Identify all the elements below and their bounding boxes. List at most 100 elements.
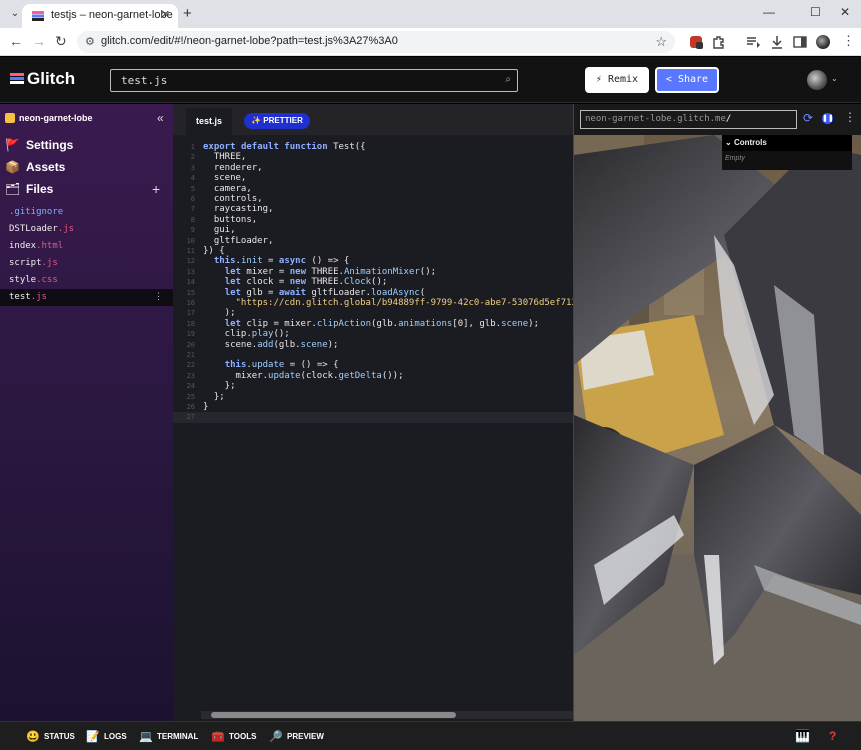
- code-line[interactable]: 23 mixer.update(clock.getDelta());: [173, 371, 573, 381]
- code-line[interactable]: 26}: [173, 402, 573, 412]
- file-item-index[interactable]: index.html: [0, 238, 173, 255]
- reload-icon[interactable]: ↻: [55, 33, 67, 49]
- close-window-icon[interactable]: ✕: [840, 5, 850, 19]
- file-search-input[interactable]: test.js ⌕: [110, 69, 518, 92]
- code-line[interactable]: 11}) {: [173, 246, 573, 256]
- file-item-script[interactable]: script.js: [0, 255, 173, 272]
- media-queue-icon[interactable]: [746, 35, 760, 49]
- code-line[interactable]: 9 gui,: [173, 225, 573, 235]
- site-info-icon[interactable]: ⚙: [85, 35, 95, 48]
- prettier-button[interactable]: ✨ PRETTIER: [244, 113, 310, 129]
- extension-badge-icon[interactable]: [689, 35, 703, 49]
- toolbox-icon: 🧰: [211, 731, 225, 743]
- code-line[interactable]: 4 scene,: [173, 173, 573, 183]
- bookmark-star-icon[interactable]: ☆: [655, 34, 667, 50]
- code-line[interactable]: 18 let clip = mixer.clipAction(glb.anima…: [173, 319, 573, 329]
- collapse-sidebar-icon[interactable]: «: [157, 111, 164, 125]
- new-tab-button[interactable]: +: [183, 5, 192, 22]
- file-options-icon[interactable]: ⋮: [154, 289, 163, 306]
- search-icon: ⌕: [505, 74, 511, 85]
- code-line[interactable]: 7 raycasting,: [173, 204, 573, 214]
- address-bar[interactable]: ⚙ glitch.com/edit/#!/neon-garnet-lobe?pa…: [77, 31, 675, 53]
- code-line[interactable]: 12 this.init = async () => {: [173, 256, 573, 266]
- keyboard-shortcuts-icon[interactable]: 🎹: [795, 729, 810, 743]
- back-icon[interactable]: ←: [9, 33, 23, 49]
- scrollbar-thumb[interactable]: [211, 712, 456, 718]
- glitch-logo-text[interactable]: Glitch: [27, 69, 75, 89]
- line-text: clip.play();: [203, 329, 290, 340]
- code-line[interactable]: 25 };: [173, 392, 573, 402]
- file-item-style[interactable]: style.css: [0, 272, 173, 289]
- side-panel-icon[interactable]: [793, 35, 807, 49]
- code-line[interactable]: 14 let clock = new THREE.Clock();: [173, 277, 573, 287]
- line-number: 20: [186, 340, 195, 349]
- line-number: 22: [186, 361, 195, 370]
- code-line[interactable]: 3 renderer,: [173, 163, 573, 173]
- line-number: 2: [190, 153, 195, 162]
- code-line[interactable]: 1 export default function Test({: [173, 142, 573, 152]
- share-button[interactable]: < Share: [655, 67, 719, 93]
- user-avatar[interactable]: [807, 70, 827, 90]
- remix-button[interactable]: ⚡ Remix: [585, 67, 649, 93]
- code-line[interactable]: 6 controls,: [173, 194, 573, 204]
- file-item-dstloader[interactable]: DSTLoader.js: [0, 221, 173, 238]
- sidebar: neon-garnet-lobe « 🚩 Settings 📦 Assets 🗂…: [0, 104, 173, 721]
- code-line[interactable]: 19 clip.play();: [173, 329, 573, 339]
- extensions-puzzle-icon[interactable]: [712, 35, 726, 49]
- line-text: camera,: [203, 183, 252, 194]
- sidebar-item-label: Assets: [26, 160, 66, 174]
- refresh-icon[interactable]: ⟳: [803, 111, 813, 125]
- file-item-gitignore[interactable]: .gitignore: [0, 204, 173, 221]
- horizontal-scrollbar[interactable]: [201, 711, 573, 719]
- preview-menu-icon[interactable]: ⋮: [844, 110, 856, 124]
- code-line[interactable]: 8 buttons,: [173, 215, 573, 225]
- file-item-test[interactable]: test.js ⋮: [0, 289, 173, 306]
- address-url[interactable]: glitch.com/edit/#!/neon-garnet-lobe?path…: [101, 35, 398, 47]
- forward-icon[interactable]: →: [32, 33, 46, 49]
- glitch-logo-icon[interactable]: [10, 73, 24, 85]
- browser-menu-icon[interactable]: ⋮: [842, 33, 855, 49]
- code-line[interactable]: 15 let glb = await gltfLoader.loadAsync(: [173, 288, 573, 298]
- file-name: .gitignore: [9, 207, 64, 217]
- 3d-scene-canvas[interactable]: [574, 135, 861, 721]
- code-line[interactable]: 21: [173, 350, 573, 360]
- glitch-favicon-icon: [32, 11, 44, 21]
- line-number: 3: [190, 163, 195, 172]
- preview-url-path: /: [725, 114, 732, 124]
- line-text: this.init = async () => {: [213, 256, 350, 267]
- code-line[interactable]: 16 "https://cdn.glitch.global/b94889ff-9…: [173, 298, 573, 308]
- code-area[interactable]: 1 export default function Test({2 THREE, 3…: [173, 142, 573, 712]
- code-line[interactable]: 22 this.update = () => {: [173, 360, 573, 370]
- line-text: mixer.update(clock.getDelta());: [203, 370, 404, 381]
- tab-test-js[interactable]: test.js: [186, 108, 232, 135]
- code-line[interactable]: 5 camera,: [173, 184, 573, 194]
- code-line[interactable]: 27: [173, 412, 573, 423]
- caret-down-icon: ⌄: [725, 138, 734, 147]
- add-file-button[interactable]: +: [152, 181, 160, 197]
- controls-folder-header[interactable]: ⌄ Controls: [722, 135, 852, 151]
- download-icon[interactable]: [770, 35, 784, 49]
- line-number: 9: [190, 226, 195, 235]
- project-name[interactable]: neon-garnet-lobe: [19, 113, 93, 123]
- code-line[interactable]: 2 THREE,: [173, 152, 573, 162]
- minimize-icon[interactable]: —: [763, 5, 775, 19]
- code-line[interactable]: 20 scene.add(glb.scene);: [173, 340, 573, 350]
- files-icon: 🗂: [5, 182, 21, 196]
- help-icon[interactable]: ?: [829, 729, 836, 743]
- line-number: 7: [190, 205, 195, 214]
- profile-avatar[interactable]: [816, 35, 830, 49]
- sidebar-item-label: Settings: [26, 138, 74, 152]
- maximize-icon[interactable]: ☐: [810, 5, 821, 19]
- code-line[interactable]: 17 );: [173, 308, 573, 318]
- pause-icon[interactable]: ❚❚: [822, 113, 834, 124]
- code-line[interactable]: 10 gltfLoader,: [173, 236, 573, 246]
- code-line[interactable]: 24 };: [173, 381, 573, 391]
- preview-url-field[interactable]: neon-garnet-lobe.glitch.me/: [580, 110, 797, 129]
- chevron-down-icon[interactable]: ⌄: [831, 74, 838, 83]
- code-line[interactable]: 13 let mixer = new THREE.AnimationMixer(…: [173, 267, 573, 277]
- file-name: index: [9, 241, 37, 251]
- file-search-value[interactable]: test.js: [121, 74, 167, 87]
- project-header[interactable]: neon-garnet-lobe «: [0, 104, 173, 134]
- browser-tab[interactable]: testjs – neon-garnet-lobe ✕: [22, 4, 178, 28]
- tab-close-icon[interactable]: ✕: [161, 8, 170, 21]
